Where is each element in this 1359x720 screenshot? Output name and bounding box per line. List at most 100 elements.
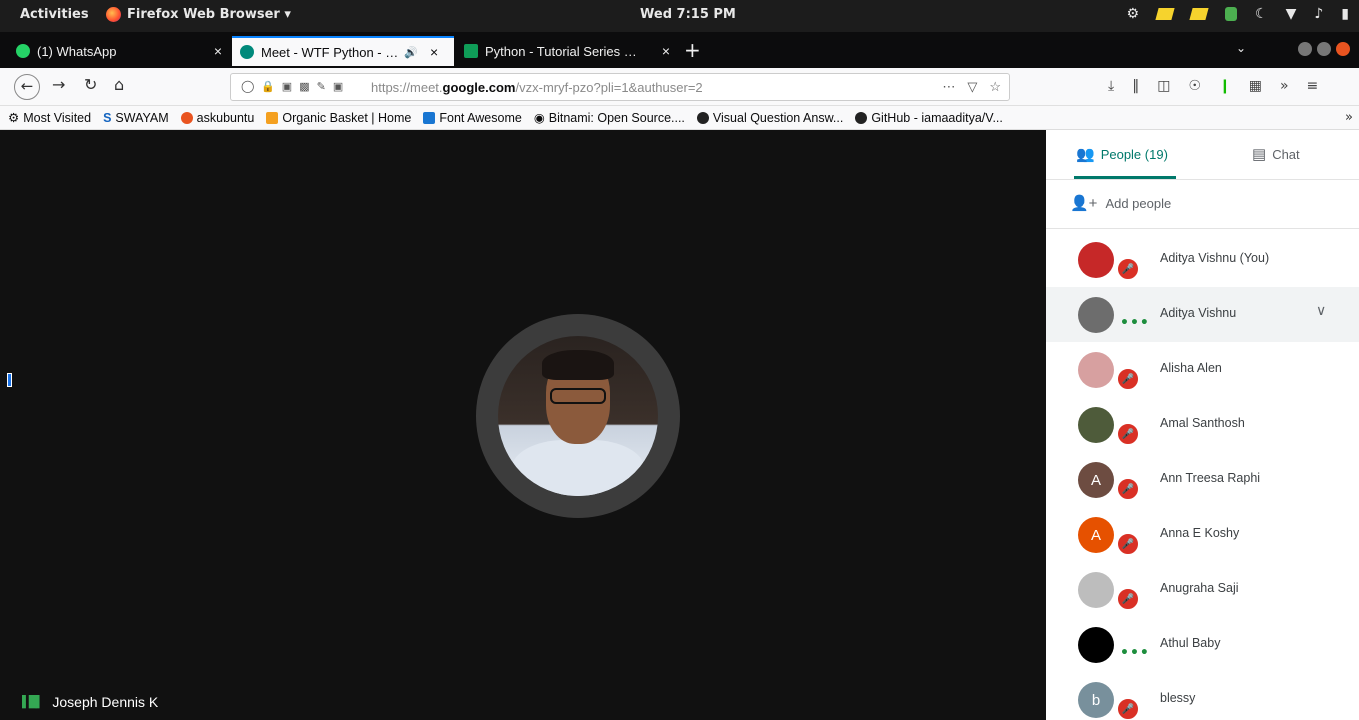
tray-app-icon[interactable] (1189, 8, 1209, 20)
bookmark-font-awesome[interactable]: Font Awesome (423, 111, 522, 125)
close-tab-icon[interactable]: × (206, 43, 222, 59)
bookmark-label: Bitnami: Open Source.... (548, 110, 685, 125)
active-tab-indicator (1074, 176, 1176, 179)
bookmark-swayam[interactable]: S SWAYAM (103, 111, 169, 125)
participant-row[interactable]: A 🎤 Anna E Koshy (1046, 507, 1359, 562)
tracking-shield-icon[interactable]: ◯ (241, 79, 254, 93)
participant-row[interactable]: A 🎤 Ann Treesa Raphi (1046, 452, 1359, 507)
participant-name: Athul Baby (1160, 636, 1221, 650)
sidebar-icon[interactable]: ◫ (1157, 78, 1170, 94)
bookmark-organic-basket[interactable]: Organic Basket | Home (266, 111, 411, 125)
tab-label: (1) WhatsApp (37, 43, 117, 59)
bookmark-bitnami[interactable]: ◉ Bitnami: Open Source.... (534, 110, 685, 126)
mic-off-icon: 🎤 (1116, 257, 1140, 281)
chevron-down-icon[interactable]: ∨ (1316, 303, 1326, 319)
chat-tab-label: Chat (1272, 146, 1300, 162)
mic-off-icon: 🎤 (1116, 587, 1140, 611)
page-actions-icon[interactable]: ⋯ (942, 79, 955, 95)
overflow-menu-icon[interactable]: » (1280, 78, 1289, 94)
extension-grid-icon[interactable]: ▦ (1249, 78, 1262, 94)
close-tab-icon[interactable]: × (422, 44, 438, 60)
back-button[interactable]: ← (14, 74, 40, 100)
forward-button[interactable]: → (52, 75, 65, 94)
site-permissions-icons[interactable]: 🔒 ▣ ▩ ✎ ▣ (261, 80, 345, 93)
tray-app-icon[interactable] (1225, 7, 1237, 21)
participant-name: Anna E Koshy (1160, 526, 1240, 540)
add-people-button[interactable]: 👤+ Add people (1070, 194, 1171, 212)
participant-row[interactable]: 🎤 Alisha Alen (1046, 342, 1359, 397)
firefox-icon (106, 7, 121, 22)
list-all-tabs-icon[interactable]: ⌄ (1236, 41, 1246, 55)
speaking-indicator-icon: ••• (1120, 645, 1150, 661)
bookmark-github[interactable]: GitHub - iamaaditya/V... (855, 111, 1003, 125)
extension-icon[interactable]: ❙ (1219, 78, 1231, 94)
account-icon[interactable]: ☉ (1188, 78, 1201, 94)
speaker-name: Joseph Dennis K (52, 694, 159, 710)
participant-tile[interactable] (476, 314, 680, 518)
pocket-icon[interactable]: ▽ (967, 79, 977, 95)
speaker-icon[interactable]: 🔊 (404, 46, 418, 59)
participant-avatar: A (1078, 462, 1114, 498)
chat-icon: ▤ (1252, 146, 1267, 163)
minimize-button[interactable] (1298, 42, 1312, 56)
app-menu[interactable]: Firefox Web Browser ▾ (106, 7, 291, 22)
participant-row[interactable]: b 🎤 blessy (1046, 672, 1359, 720)
url-bar[interactable]: ◯ 🔒 ▣ ▩ ✎ ▣ https://meet.google.com/vzx-… (230, 73, 1010, 101)
mic-off-icon: 🎤 (1116, 477, 1140, 501)
people-tab-label: People (19) (1100, 146, 1168, 162)
bookmark-visual-question[interactable]: Visual Question Answ... (696, 110, 844, 125)
participant-name: Alisha Alen (1160, 361, 1222, 375)
tab-label: Meet - WTF Python - … (261, 44, 399, 60)
participant-name: Aditya Vishnu (1160, 306, 1237, 320)
participant-row[interactable]: ••• Aditya Vishnu ∨ (1046, 287, 1359, 342)
battery-icon[interactable]: ▮ (1341, 6, 1349, 22)
tab-python-tutorial[interactable]: Python - Tutorial Series … × (456, 36, 678, 66)
downloads-icon[interactable]: ⤓ (1108, 78, 1114, 94)
tab-whatsapp[interactable]: (1) WhatsApp × (8, 36, 230, 66)
bookmark-askubuntu[interactable]: askubuntu (180, 111, 254, 125)
clock[interactable]: Wed 7:15 PM (640, 7, 736, 22)
whatsapp-icon (16, 44, 30, 58)
new-tab-button[interactable]: + (684, 38, 701, 62)
divider (1046, 228, 1359, 229)
home-button[interactable]: ⌂ (114, 75, 124, 94)
participant-row[interactable]: 🎤 Anugraha Saji (1046, 562, 1359, 617)
navigation-toolbar: ← → ↻ ⌂ ◯ 🔒 ▣ ▩ ✎ ▣ https://meet.google.… (0, 68, 1359, 106)
status-icon[interactable]: ⚙ (1126, 6, 1139, 22)
tab-chat[interactable]: ▤ Chat (1252, 145, 1300, 163)
audio-level-icon: ▌█▌ (22, 696, 43, 708)
panel-tabs: 👥 People (19) ▤ Chat (1046, 130, 1359, 180)
mic-off-icon: 🎤 (1116, 422, 1140, 446)
participant-name: Ann Treesa Raphi (1160, 471, 1261, 485)
bookmark-label: GitHub - iamaaditya/V... (871, 110, 1003, 125)
bookmark-label: Visual Question Answ... (712, 110, 844, 125)
bookmarks-overflow-icon[interactable]: » (1345, 110, 1353, 125)
meet-icon (240, 45, 254, 59)
participant-row[interactable]: 🎤 Amal Santhosh (1046, 397, 1359, 452)
participant-name: blessy (1160, 691, 1196, 705)
add-person-icon: 👤+ (1070, 195, 1098, 212)
meeting-stage[interactable] (0, 130, 1046, 720)
tab-meet[interactable]: Meet - WTF Python - … 🔊 × (232, 36, 454, 66)
close-window-button[interactable] (1336, 42, 1350, 56)
reload-button[interactable]: ↻ (84, 75, 97, 94)
volume-icon[interactable]: ♪ (1314, 6, 1323, 22)
participant-row[interactable]: ••• Athul Baby (1046, 617, 1359, 672)
close-tab-icon[interactable]: × (654, 43, 670, 59)
tab-people[interactable]: 👥 People (19) (1076, 145, 1168, 163)
participant-name: Aditya Vishnu (You) (1160, 251, 1270, 265)
wifi-icon[interactable]: ▼ (1286, 6, 1297, 22)
hamburger-menu-icon[interactable]: ≡ (1307, 78, 1319, 94)
night-mode-icon[interactable]: ☾ (1255, 6, 1268, 22)
avatar-shirt (512, 440, 644, 496)
system-tray[interactable]: ⚙ ☾ ▼ ♪ ▮ (1126, 6, 1349, 22)
maximize-button[interactable] (1317, 42, 1331, 56)
library-icon[interactable]: ‖ (1132, 78, 1139, 94)
participant-row[interactable]: 🎤 Aditya Vishnu (You) (1046, 232, 1359, 287)
tray-app-icon[interactable] (1155, 8, 1175, 20)
activities-button[interactable]: Activities (20, 7, 89, 22)
bookmark-star-icon[interactable]: ☆ (989, 79, 1001, 95)
participant-avatar (1078, 352, 1114, 388)
bookmark-most-visited[interactable]: ⚙ Most Visited (8, 110, 91, 126)
participant-avatar (1078, 407, 1114, 443)
